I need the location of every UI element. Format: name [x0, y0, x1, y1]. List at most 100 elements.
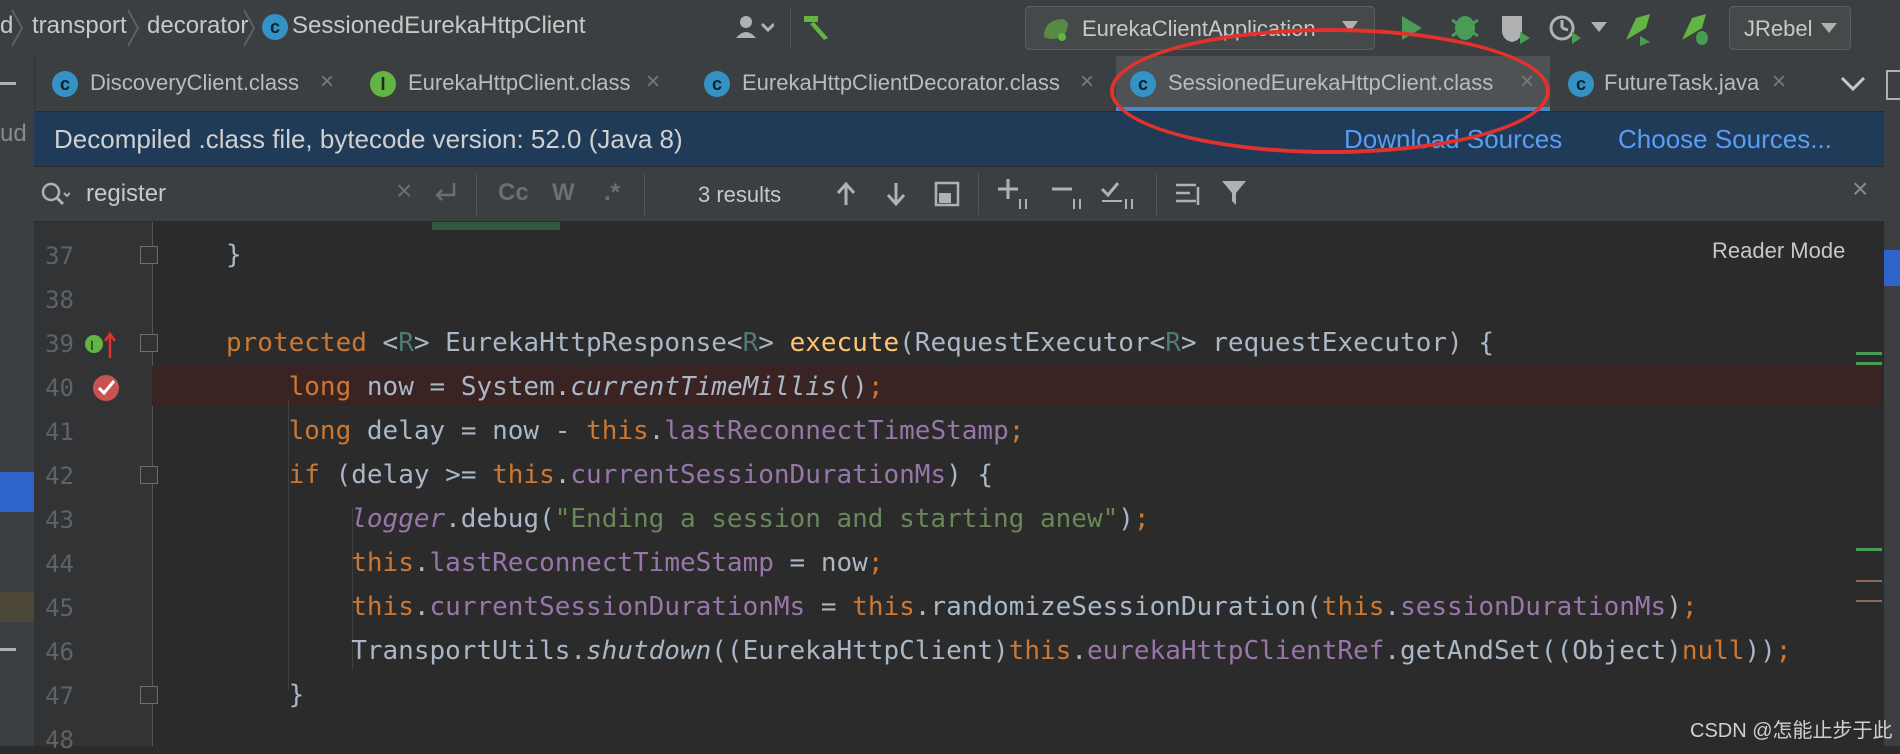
profiler-icon[interactable]	[1548, 12, 1582, 44]
breadcrumb-item[interactable]: transport	[32, 12, 127, 40]
jrebel-debug-icon[interactable]	[1676, 10, 1712, 46]
tab-label: DiscoveryClient.class	[90, 70, 300, 95]
scroll-marker	[1856, 352, 1882, 355]
tab-discovery-client[interactable]: c DiscoveryClient.class ×	[38, 56, 350, 111]
breakpoint-icon[interactable]	[90, 372, 124, 404]
project-tree-fragment: ud	[0, 120, 27, 147]
decompiled-message: Decompiled .class file, bytecode version…	[54, 124, 683, 154]
regex-toggle[interactable]: .*	[604, 179, 620, 207]
line-number: 37	[45, 242, 74, 270]
decompiled-info-banner: Decompiled .class file, bytecode version…	[34, 112, 1884, 166]
class-icon: c	[1568, 71, 1594, 97]
line-number: 43	[45, 506, 74, 534]
whole-word-toggle[interactable]: W	[552, 179, 575, 207]
chevron-down-icon[interactable]	[1590, 20, 1608, 34]
breadcrumb-separator-icon	[243, 9, 256, 47]
minimize-icon[interactable]	[0, 648, 16, 651]
breadcrumb-item[interactable]: decorator	[147, 12, 248, 40]
search-divider	[1156, 173, 1157, 215]
search-divider	[644, 173, 645, 215]
svg-text:I: I	[90, 337, 94, 353]
close-icon[interactable]: ×	[646, 68, 660, 96]
line-number: 42	[45, 462, 74, 490]
line-number: 39	[45, 330, 74, 358]
close-icon[interactable]: ×	[1080, 68, 1094, 96]
select-all-occurrences-icon[interactable]	[934, 181, 960, 207]
breadcrumb-separator-icon	[11, 9, 24, 47]
coverage-icon[interactable]	[1498, 12, 1532, 44]
jrebel-run-icon[interactable]	[1620, 10, 1656, 46]
code-line-37[interactable]: }	[226, 240, 242, 270]
line-number: 47	[45, 682, 74, 710]
line-number: 44	[45, 550, 74, 578]
right-panel-indicator[interactable]	[1884, 250, 1900, 286]
breadcrumb-item-current[interactable]: SessionedEurekaHttpClient	[292, 12, 586, 40]
fold-marker-icon[interactable]	[140, 334, 158, 352]
line-number: 41	[45, 418, 74, 446]
class-icon: c	[52, 71, 78, 97]
search-results-count: 3 results	[698, 182, 782, 207]
tab-label: FutureTask.java	[1604, 70, 1760, 95]
chevron-down-icon[interactable]	[1840, 76, 1866, 92]
code-line-47[interactable]: }	[226, 680, 305, 710]
remove-occurrence-icon[interactable]	[1050, 177, 1086, 211]
line-number: 45	[45, 594, 74, 622]
code-line-41[interactable]: long delay = now - this.lastReconnectTim…	[226, 416, 1025, 446]
class-icon: c	[704, 71, 730, 97]
user-icon[interactable]	[734, 14, 774, 42]
tab-label: EurekaHttpClient.class	[408, 70, 631, 95]
scroll-marker	[1856, 362, 1882, 365]
new-line-icon[interactable]	[432, 181, 458, 207]
jrebel-label: JRebel	[1744, 16, 1813, 41]
code-line-46[interactable]: TransportUtils.shutdown((EurekaHttpClien…	[226, 636, 1791, 666]
implements-method-icon[interactable]: I	[84, 330, 118, 362]
fold-marker-icon[interactable]	[140, 686, 158, 704]
jrebel-selector[interactable]: JRebel	[1729, 6, 1851, 50]
arrow-down-icon[interactable]	[884, 181, 908, 207]
close-icon[interactable]: ×	[1772, 68, 1786, 96]
navigation-bar: d transport decorator c SessionedEurekaH…	[0, 0, 1900, 57]
search-input[interactable]: register	[86, 180, 166, 208]
minimize-icon[interactable]	[0, 82, 16, 85]
highlighted-tree-row[interactable]	[0, 592, 34, 622]
add-occurrence-icon[interactable]	[996, 177, 1032, 211]
breadcrumb-separator-icon	[127, 9, 140, 47]
match-case-toggle[interactable]: Cc	[498, 179, 529, 207]
code-line-42[interactable]: if (delay >= this.currentSessionDuration…	[226, 460, 993, 490]
selected-tree-row[interactable]	[0, 472, 34, 512]
code-line-45[interactable]: this.currentSessionDurationMs = this.ran…	[226, 592, 1697, 622]
code-line-43[interactable]: logger.debug("Ending a session and start…	[226, 504, 1149, 534]
fold-marker-icon[interactable]	[140, 466, 158, 484]
close-find-bar-icon[interactable]: ×	[1852, 173, 1868, 205]
scroll-marker	[1856, 600, 1882, 602]
tab-label: EurekaHttpClientDecorator.class	[742, 70, 1060, 95]
find-bar: register × Cc W .* 3 results ×	[34, 167, 1884, 222]
search-icon[interactable]	[40, 181, 70, 207]
line-number: 46	[45, 638, 74, 666]
code-line-40[interactable]: long now = System.currentTimeMillis();	[226, 372, 884, 402]
show-filter-popup-icon[interactable]	[1174, 181, 1204, 209]
filter-icon[interactable]	[1220, 179, 1248, 207]
toolbar-divider	[790, 8, 791, 48]
tab-eureka-http-client-decorator[interactable]: c EurekaHttpClientDecorator.class ×	[690, 56, 1108, 111]
clear-search-icon[interactable]: ×	[396, 175, 412, 207]
arrow-up-icon[interactable]	[834, 181, 858, 207]
right-tool-strip	[1884, 56, 1900, 746]
reader-mode-button[interactable]: Reader Mode	[1712, 238, 1845, 264]
line-number: 48	[45, 726, 74, 754]
tab-eureka-http-client[interactable]: I EurekaHttpClient.class ×	[356, 56, 674, 111]
close-icon[interactable]: ×	[320, 68, 334, 96]
code-line-44[interactable]: this.lastReconnectTimeStamp = now;	[226, 548, 883, 578]
fold-marker-icon[interactable]	[140, 246, 158, 264]
panel-icon[interactable]	[1886, 70, 1900, 100]
search-divider	[476, 173, 477, 215]
tab-future-task[interactable]: c FutureTask.java ×	[1558, 56, 1808, 111]
scroll-marker	[1856, 548, 1882, 551]
select-all-matches-icon[interactable]	[1100, 177, 1140, 211]
build-hammer-icon[interactable]	[800, 10, 832, 42]
line-number: 38	[45, 286, 74, 314]
code-line-39[interactable]: protected <R> EurekaHttpResponse<R> exec…	[226, 328, 1494, 358]
choose-sources-link[interactable]: Choose Sources...	[1618, 124, 1832, 155]
chevron-down-icon	[1821, 23, 1837, 33]
editor-tab-bar: c DiscoveryClient.class × I EurekaHttpCl…	[0, 56, 1900, 112]
